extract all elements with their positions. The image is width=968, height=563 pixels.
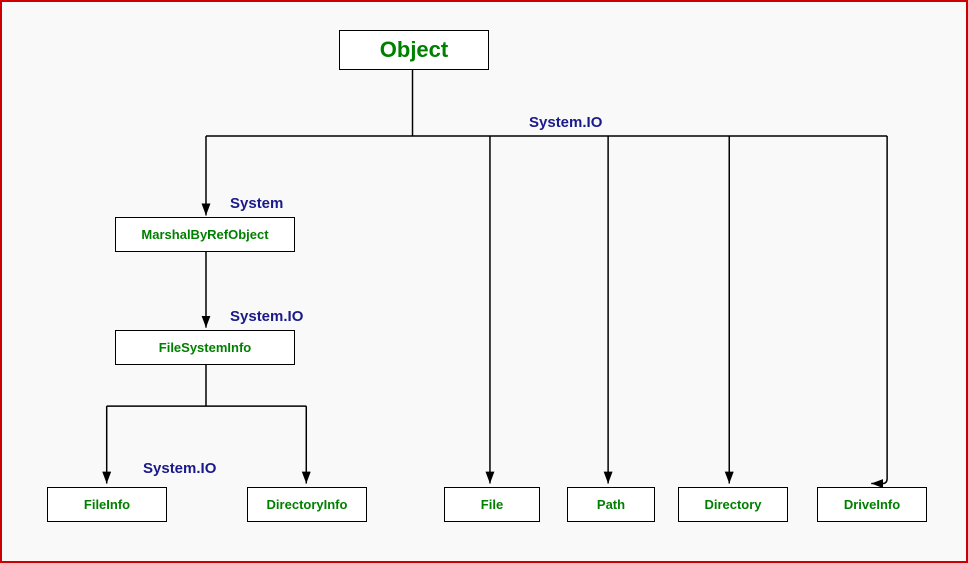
node-driveinfo: DriveInfo xyxy=(817,487,927,522)
diagram-frame: Object MarshalByRefObject FileSystemInfo… xyxy=(0,0,968,563)
node-marshalbyrefobject: MarshalByRefObject xyxy=(115,217,295,252)
label-systemio-top: System.IO xyxy=(529,114,602,131)
node-path: Path xyxy=(567,487,655,522)
label-systemio-mid: System.IO xyxy=(230,308,303,325)
label-system: System xyxy=(230,195,283,212)
diagram-connectors xyxy=(2,2,966,561)
node-directory: Directory xyxy=(678,487,788,522)
node-directoryinfo: DirectoryInfo xyxy=(247,487,367,522)
node-fileinfo: FileInfo xyxy=(47,487,167,522)
node-object: Object xyxy=(339,30,489,70)
node-filesysteminfo: FileSystemInfo xyxy=(115,330,295,365)
label-systemio-low: System.IO xyxy=(143,460,216,477)
node-file: File xyxy=(444,487,540,522)
